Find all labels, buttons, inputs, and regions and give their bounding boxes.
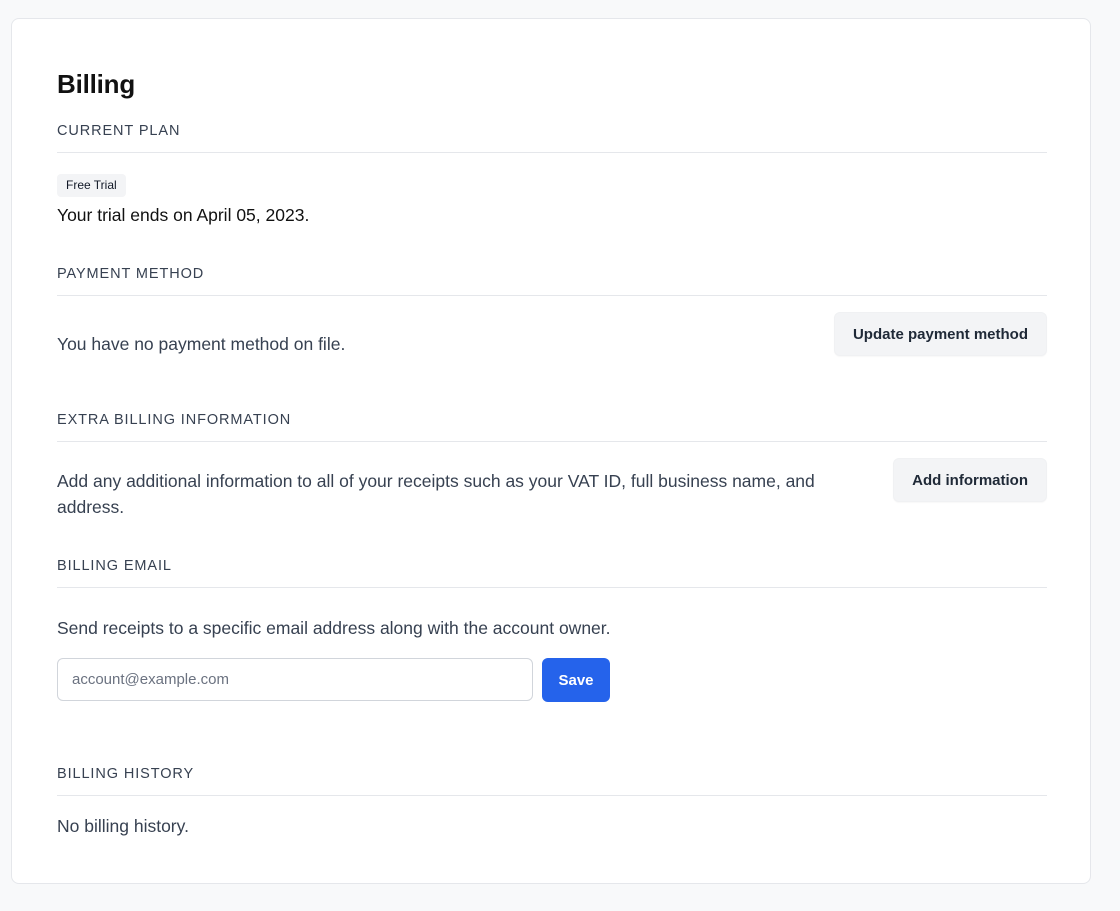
- billing-history-heading: BILLING HISTORY: [57, 766, 195, 782]
- update-payment-method-button[interactable]: Update payment method: [833, 312, 1047, 356]
- extra-billing-heading: EXTRA BILLING INFORMATION: [57, 412, 292, 428]
- trial-end-text: Your trial ends on April 05, 2023.: [57, 205, 310, 225]
- page-title: Billing: [57, 69, 136, 99]
- billing-email-header: BILLING EMAIL: [57, 556, 1047, 588]
- billing-email-text: Send receipts to a specific email addres…: [57, 618, 611, 638]
- extra-billing-header: EXTRA BILLING INFORMATION: [57, 410, 1047, 442]
- billing-email-input[interactable]: [57, 658, 533, 701]
- add-information-button[interactable]: Add information: [893, 458, 1047, 502]
- current-plan-heading: CURRENT PLAN: [57, 123, 181, 139]
- payment-method-heading: PAYMENT METHOD: [57, 266, 205, 282]
- billing-email-heading: BILLING EMAIL: [57, 558, 172, 574]
- payment-method-text: You have no payment method on file.: [57, 334, 346, 354]
- payment-method-header: PAYMENT METHOD: [57, 264, 1047, 296]
- save-button[interactable]: Save: [542, 658, 610, 702]
- billing-history-header: BILLING HISTORY: [57, 764, 1047, 796]
- billing-card: Billing CURRENT PLAN Free Trial Your tri…: [11, 18, 1091, 884]
- current-plan-header: CURRENT PLAN: [57, 121, 1047, 153]
- billing-history-text: No billing history.: [57, 816, 189, 836]
- extra-billing-text: Add any additional information to all of…: [57, 471, 815, 517]
- plan-badge: Free Trial: [57, 174, 126, 197]
